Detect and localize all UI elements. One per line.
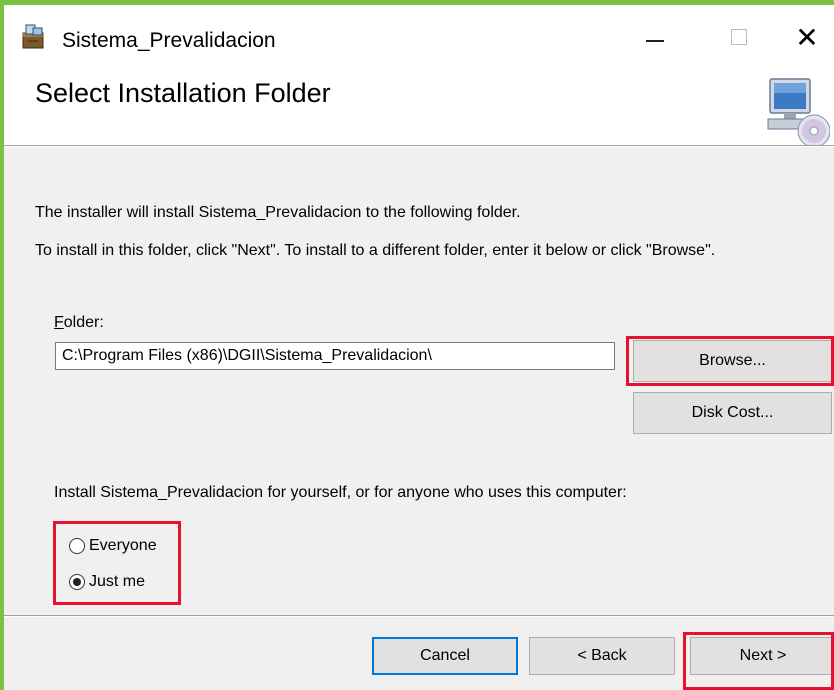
title-bar: Sistema_Prevalidacion ✕ <box>4 5 834 67</box>
window-title: Sistema_Prevalidacion <box>62 29 276 52</box>
minimize-button[interactable] <box>632 15 678 59</box>
radio-everyone[interactable]: Everyone <box>69 537 157 555</box>
radio-just-me-label: Just me <box>89 573 146 590</box>
folder-label-accelerator: F <box>54 314 64 331</box>
description-line-2: To install in this folder, click "Next".… <box>35 242 716 259</box>
close-icon: ✕ <box>795 21 819 53</box>
minimize-icon <box>646 40 664 42</box>
radio-circle[interactable] <box>69 538 85 554</box>
radio-dot <box>73 578 81 586</box>
wizard-header: Select Installation Folder <box>4 67 834 148</box>
radio-circle-selected[interactable] <box>69 574 85 590</box>
page-title: Select Installation Folder <box>35 78 331 108</box>
disk-cost-button[interactable]: Disk Cost... <box>633 392 832 434</box>
folder-path-input[interactable] <box>55 342 615 370</box>
close-button[interactable]: ✕ <box>784 15 830 59</box>
browse-button[interactable]: Browse... <box>633 340 832 382</box>
radio-just-me[interactable]: Just me <box>69 573 145 591</box>
maximize-button[interactable] <box>716 15 762 59</box>
installer-package-icon <box>22 24 44 49</box>
folder-label: Folder: <box>54 314 104 332</box>
wizard-body: The installer will install Sistema_Preva… <box>4 147 834 615</box>
back-button[interactable]: < Back <box>529 637 675 675</box>
wizard-footer: Cancel < Back Next > <box>4 617 834 690</box>
cancel-button[interactable]: Cancel <box>372 637 518 675</box>
install-scope-text: Install Sistema_Prevalidacion for yourse… <box>54 484 627 501</box>
folder-label-text: older: <box>63 314 104 331</box>
computer-disc-icon <box>767 78 830 148</box>
description-line-1: The installer will install Sistema_Preva… <box>35 204 521 221</box>
maximize-icon <box>731 29 747 45</box>
next-button[interactable]: Next > <box>690 637 834 675</box>
radio-everyone-label: Everyone <box>89 537 157 554</box>
